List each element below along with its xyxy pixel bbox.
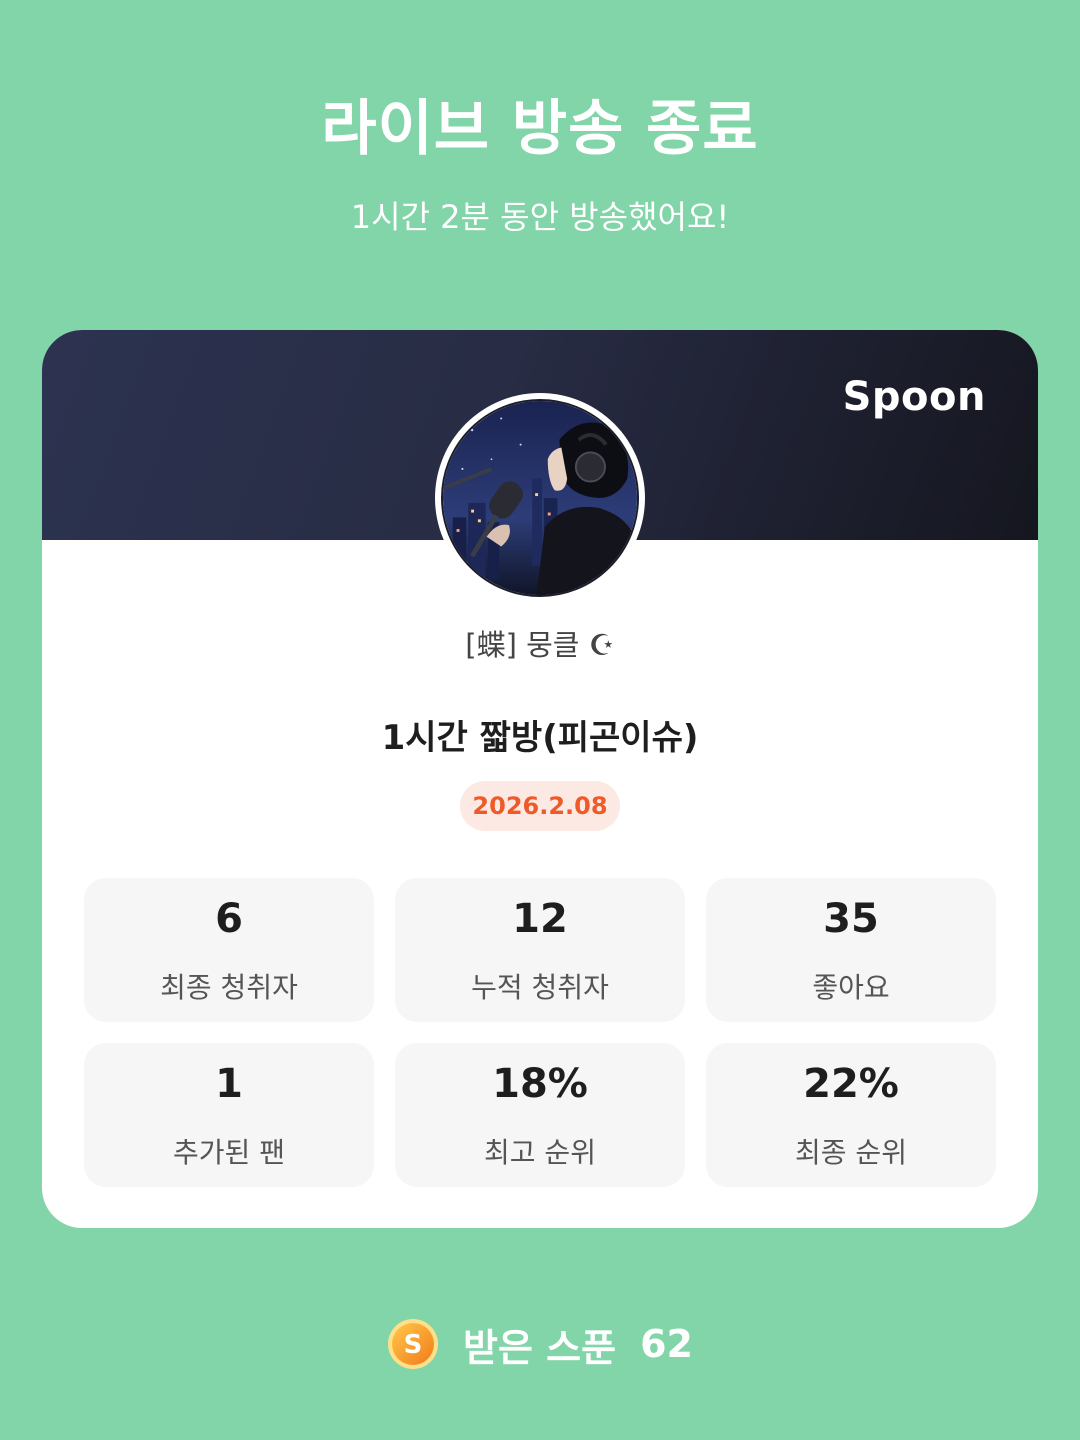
broadcaster-nickname: [蝶] 뭉클 ☪ <box>465 628 615 662</box>
avatar[interactable] <box>435 393 645 603</box>
received-spoons-label: 받은 스푼 <box>463 1325 617 1370</box>
stat-label: 추가된 팬 <box>173 1136 285 1169</box>
stat-value: 35 <box>823 896 879 942</box>
stat-total-listeners: 12 누적 청취자 <box>395 878 685 1022</box>
stat-value: 1 <box>215 1061 243 1107</box>
stat-added-fans: 1 추가된 팬 <box>84 1043 374 1187</box>
stat-label: 최고 순위 <box>484 1136 596 1169</box>
stat-final-listeners: 6 최종 청취자 <box>84 878 374 1022</box>
live-title: 1시간 짧방(피곤이슈) <box>381 718 699 758</box>
broadcast-duration: 1시간 2분 동안 방송했어요! <box>350 198 730 236</box>
stat-label: 최종 청취자 <box>160 971 298 1004</box>
date-badge: 2026.2.08 <box>460 781 620 831</box>
page-title: 라이브 방송 종료 <box>321 94 759 164</box>
received-spoons: S 받은 스푼 62 <box>0 1314 1080 1374</box>
avatar-image <box>441 399 639 597</box>
stat-value: 22% <box>803 1061 899 1107</box>
received-spoons-count: 62 <box>640 1322 693 1366</box>
stat-value: 18% <box>492 1061 588 1107</box>
stat-value: 12 <box>512 896 568 942</box>
stat-value: 6 <box>215 896 243 942</box>
stats-grid: 6 최종 청취자 12 누적 청취자 35 좋아요 1 추가된 팬 18% 최고… <box>84 878 996 1187</box>
stat-likes: 35 좋아요 <box>706 878 996 1022</box>
svg-text:S: S <box>404 1330 423 1360</box>
stat-final-rank: 22% 최종 순위 <box>706 1043 996 1187</box>
stat-best-rank: 18% 최고 순위 <box>395 1043 685 1187</box>
stat-label: 좋아요 <box>812 971 890 1004</box>
stat-label: 최종 순위 <box>795 1136 907 1169</box>
stat-label: 누적 청취자 <box>471 971 609 1004</box>
spoon-logo: Spoon <box>842 374 986 420</box>
broadcast-summary-card: Spoon [蝶] 뭉클 ☪ 1시간 짧방(피곤이슈) 2026.2.08 6 … <box>42 330 1038 1228</box>
spoon-coin-icon: S <box>387 1318 439 1370</box>
